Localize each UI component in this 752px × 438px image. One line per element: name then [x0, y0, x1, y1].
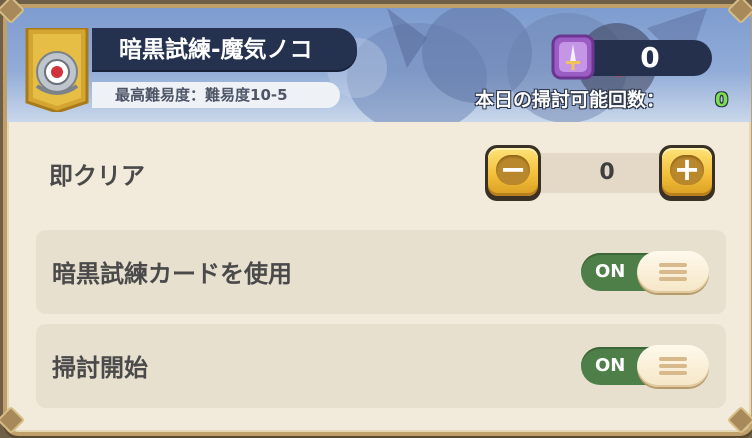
use-card-option-row: 暗黒試練カードを使用 ON [36, 230, 726, 314]
eye-emblem-icon [25, 28, 89, 112]
use-card-toggle[interactable]: ON [581, 251, 709, 293]
sweep-panel: 暗黒試練-魔気ノコ 最高難易度：難易度10-5 0 本日の掃討可能回数： 0 即… [3, 4, 752, 436]
sweeps-remaining-count: 0 [715, 89, 729, 111]
scroll-sword-icon [551, 34, 595, 80]
minus-icon: − [499, 150, 527, 188]
increase-button[interactable]: + [659, 145, 715, 201]
sweeps-remaining-label: 本日の掃討可能回数： [475, 89, 666, 111]
decrease-button[interactable]: − [485, 145, 541, 201]
start-sweep-toggle[interactable]: ON [581, 345, 709, 387]
page-title: 暗黒試練-魔気ノコ [119, 37, 313, 63]
start-sweep-label: 掃討開始 [52, 354, 148, 382]
toggle-state-text: ON [595, 261, 626, 282]
grip-lines-icon [659, 263, 687, 281]
toggle-knob [637, 251, 709, 293]
toggle-state-text: ON [595, 355, 626, 376]
grip-lines-icon [659, 357, 687, 375]
currency-count: 0 [640, 41, 660, 74]
use-card-label: 暗黒試練カードを使用 [52, 260, 292, 288]
instant-clear-label: 即クリア [49, 162, 145, 190]
start-sweep-option-row: 掃討開始 ON [36, 324, 726, 408]
max-difficulty-text: 最高難易度：難易度10-5 [115, 86, 288, 104]
quantity-value: 0 [599, 160, 615, 185]
panel-header: 暗黒試練-魔気ノコ 最高難易度：難易度10-5 0 本日の掃討可能回数： 0 [7, 8, 751, 122]
toggle-knob [637, 345, 709, 387]
plus-icon: + [673, 150, 701, 188]
